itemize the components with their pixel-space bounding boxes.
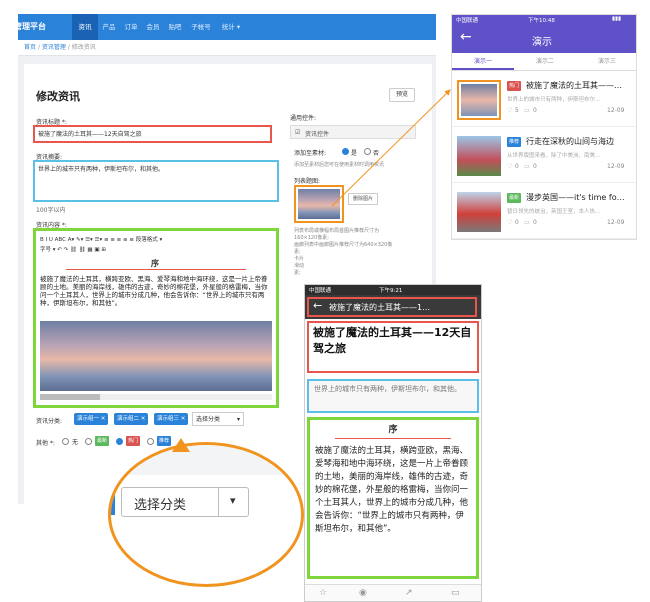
list-date: 12-09 [607,107,625,114]
mobile-tabs: 演示一 演示二 演示三 [452,53,636,71]
list-desc: 世界上的城市只有两种，伊斯坦布尔… [507,97,601,103]
detail-navbar: ← 被施了魔法的土耳其——1… [305,295,481,319]
mobile-header: ← 演示 [452,25,636,53]
list-item[interactable]: 最新 漫步英国——it's time fo… 替日领先的统治，英国王室，本人热… ♡ 0… [452,185,636,239]
list-item[interactable]: 热门 被施了魔法的土耳其——… 世界上的城市只有两种，伊斯坦布尔… ♡ 5 ▭ 0 12-09 [452,73,636,127]
comment-icon: ▭ [524,163,530,170]
detail-heading: 序 [388,425,398,435]
mobile-title: 演示 [532,37,552,48]
list-desc: 替日领先的统治，英国王室，本人热… [507,209,601,215]
like-icon: ♡ [507,107,513,114]
list-title: 被施了魔法的土耳其——… [526,81,622,90]
like-icon: ♡ [507,163,513,170]
list-title: 行走在深秋的山间与海边 [526,137,614,146]
list-date: 12-09 [607,219,625,226]
comment-icon: ▭ [524,219,530,226]
list-desc: 从世界版图来看，除了中美洲、南美… [507,153,601,159]
detail-summary: 世界上的城市只有两种，伊斯坦布尔，和其他。 [307,379,479,413]
star-icon[interactable]: ☆ [319,588,327,598]
comment-icon: ▭ [524,107,530,114]
detail-body: 被施了魔法的土耳其，横跨亚欧，黑海、爱琴海和地中海环绕，这是一片上帝眷顾的土地，… [315,446,469,534]
status-bar: 中国联通 下午9:21 [305,285,481,295]
tab-demo-3[interactable]: 演示三 [576,53,636,70]
mobile-list-screen: 中国联通 下午10:48 ▮▮▮ ← 演示 演示一 演示二 演示三 热门 被施了魔… [451,14,637,240]
list-badge: 最新 [507,193,522,203]
list-thumbnail [457,136,501,176]
comment-icon[interactable]: ▭ [451,588,460,598]
detail-nav-title: 被施了魔法的土耳其——1… [329,303,431,312]
list-thumbnail [457,80,501,120]
list-badge: 推荐 [507,137,522,147]
share-icon[interactable]: ↗ [405,588,413,598]
tab-demo-2[interactable]: 演示二 [514,53,576,70]
mobile-detail-screen: 中国联通 下午9:21 ← 被施了魔法的土耳其——1… 被施了魔法的土耳其——1… [304,284,482,602]
tab-demo-1[interactable]: 演示一 [452,53,514,70]
list-date: 12-09 [607,163,625,170]
back-arrow-icon[interactable]: ← [313,299,322,312]
back-arrow-icon[interactable]: ← [460,29,472,45]
list-thumbnail [457,192,501,232]
arrow-line [331,89,451,207]
like-icon: ♡ [507,219,513,226]
eye-icon[interactable]: ◉ [359,588,367,598]
list-item[interactable]: 推荐 行走在深秋的山间与海边 从世界版图来看，除了中美洲、南美… ♡ 0 ▭ 0 12-09 [452,129,636,183]
detail-content: 序 被施了魔法的土耳其，横跨亚欧，黑海、爱琴海和地中海环绕，这是一片上帝眷顾的土… [307,417,479,579]
detail-bottom-bar: ☆ ◉ ↗ ▭ [305,584,481,601]
status-bar: 中国联通 下午10:48 ▮▮▮ [452,15,636,25]
list-title: 漫步英国——it's time fo… [526,193,625,202]
list-badge: 热门 [507,81,522,91]
detail-title: 被施了魔法的土耳其——12天自驾之旅 [307,321,479,373]
